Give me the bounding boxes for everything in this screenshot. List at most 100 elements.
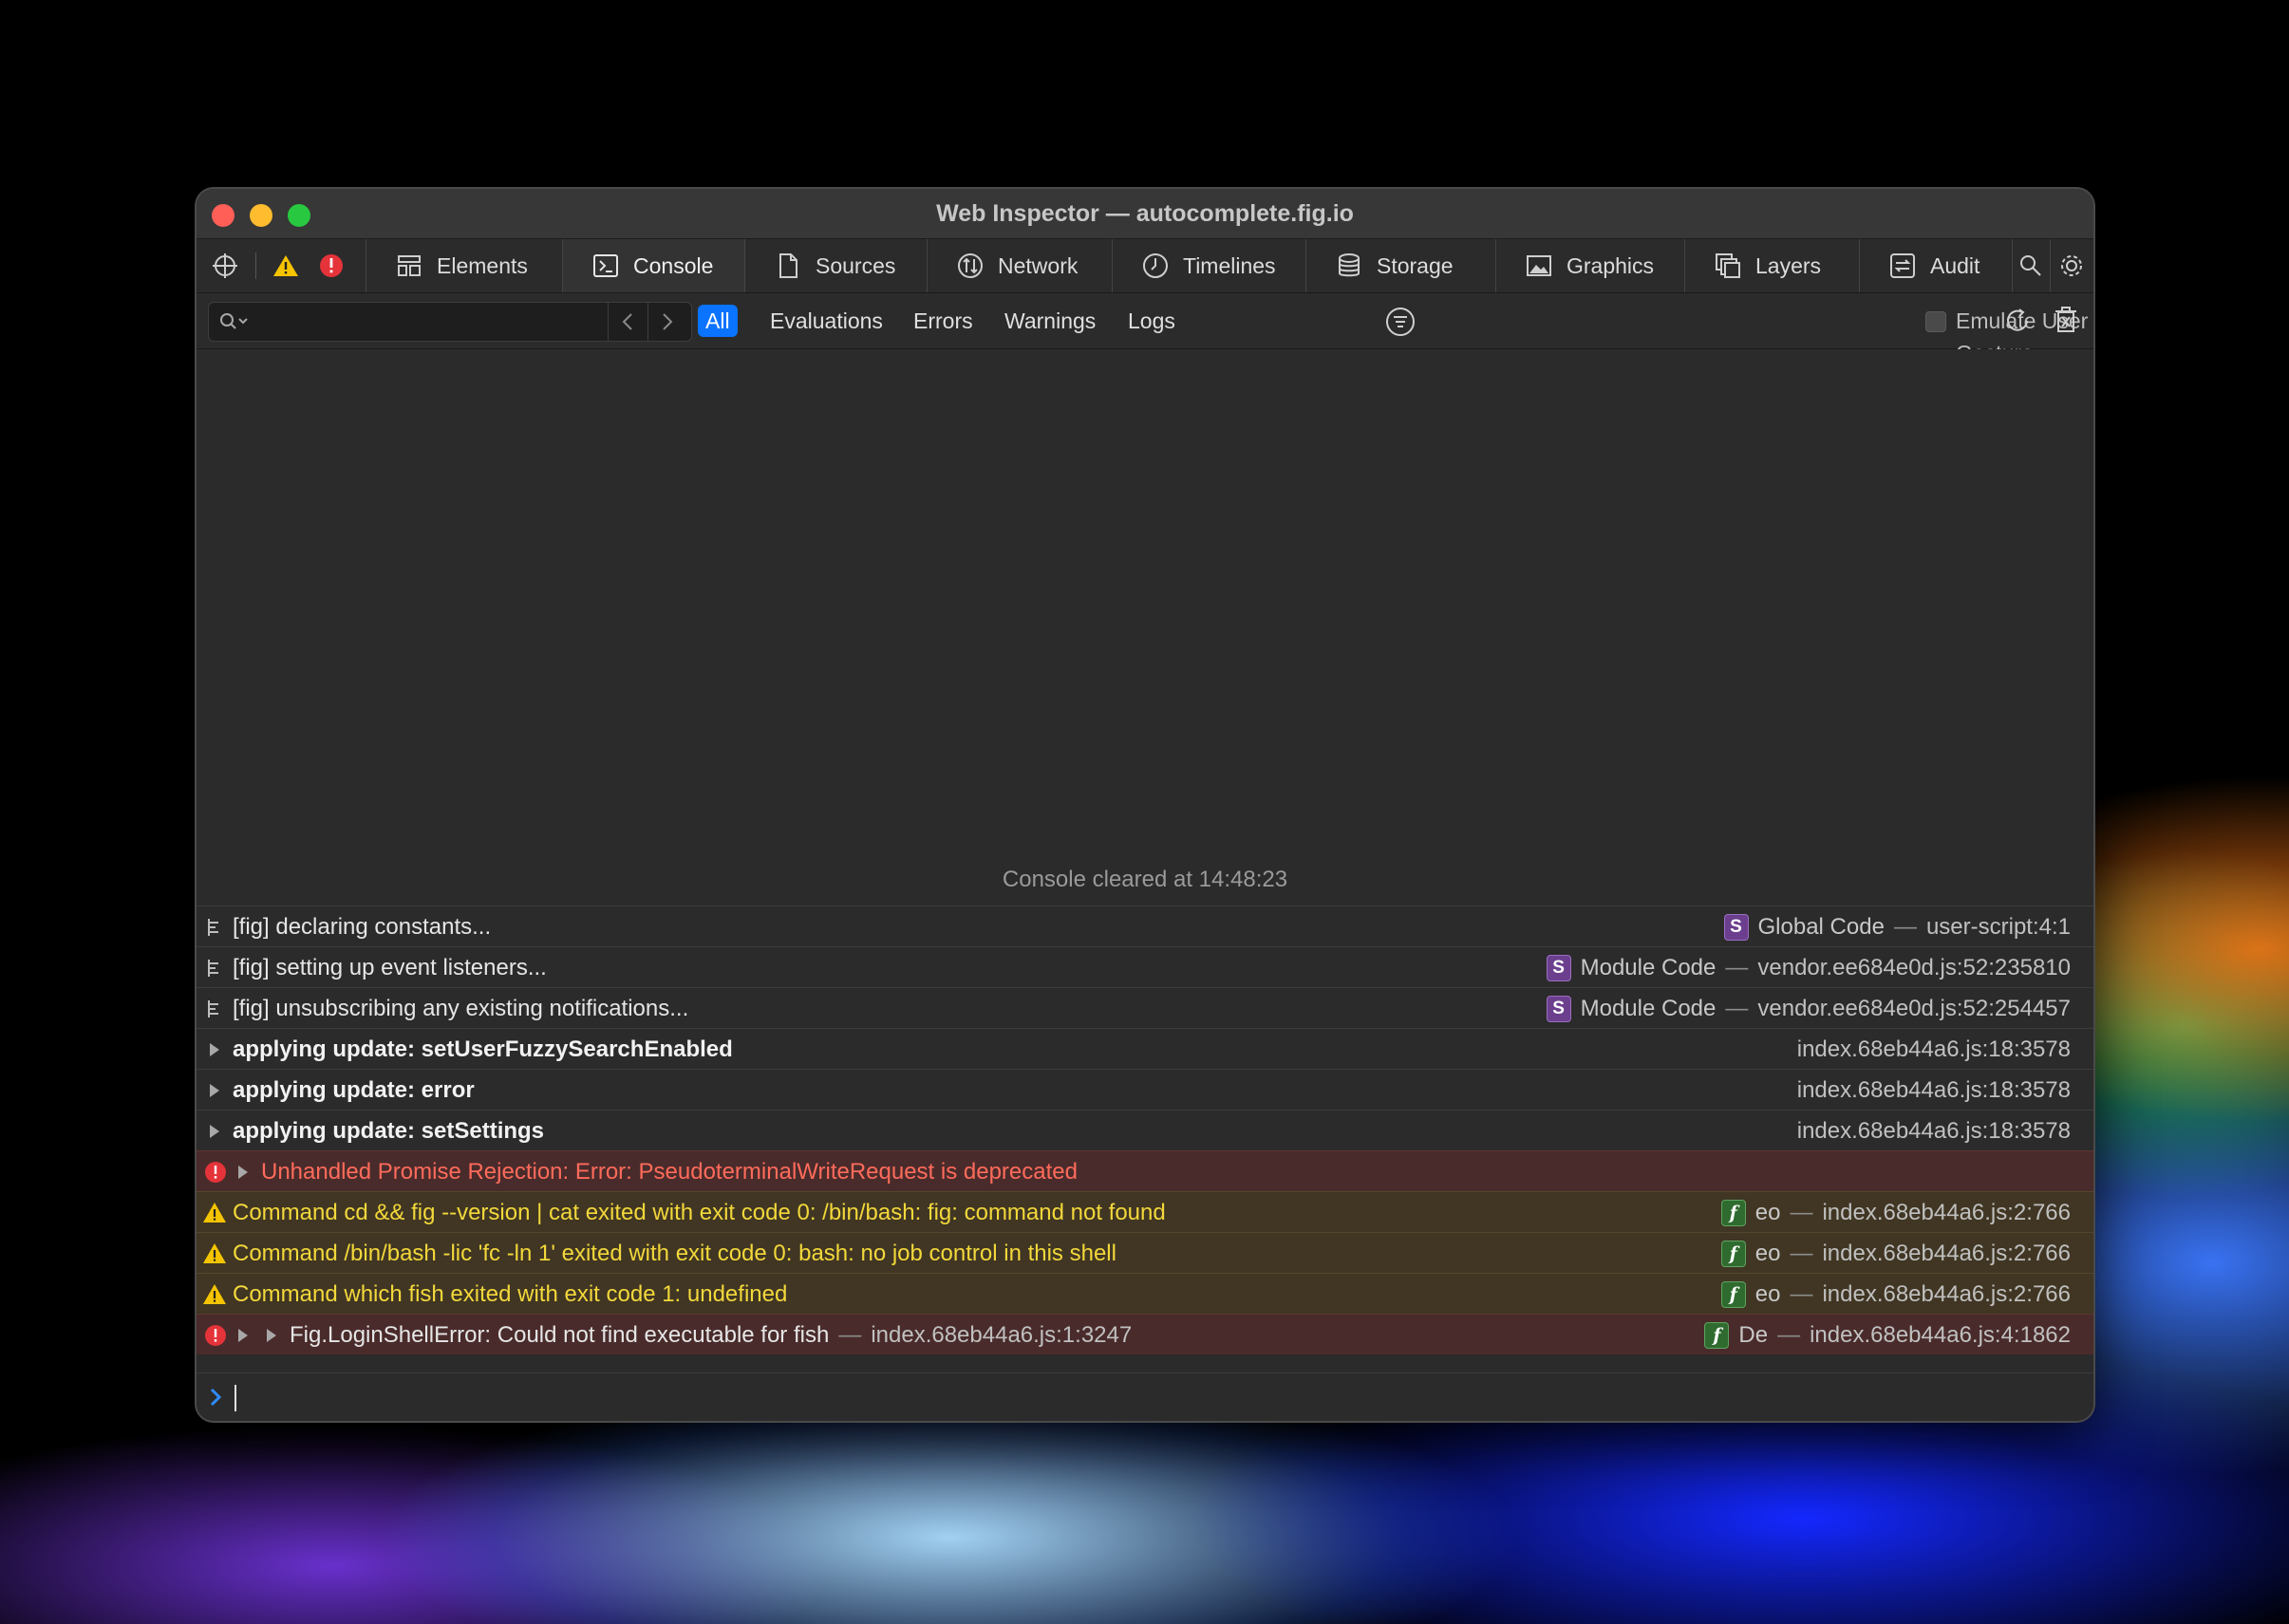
disclosure-triangle-icon[interactable]	[265, 1315, 278, 1355]
warning-message: Command /bin/bash -lic 'fc -ln 1' exited…	[233, 1241, 1116, 1266]
call-location: S Module Code — vendor.ee684e0d.js:52:25…	[1546, 988, 2071, 1029]
log-message: [fig] setting up event listeners...	[233, 955, 547, 980]
source-link[interactable]: index.68eb44a6.js:18:3578	[1797, 1111, 2071, 1151]
chevron-left-icon	[622, 313, 632, 330]
tab-console[interactable]: Console	[562, 239, 745, 292]
gear-icon[interactable]	[2052, 239, 2092, 292]
console-row-warning[interactable]: Command cd && fig --version | cat exited…	[197, 1191, 2093, 1232]
tab-timelines[interactable]: Timelines	[1112, 239, 1306, 292]
call-function: eo	[1754, 1241, 1781, 1266]
tab-audit-label: Audit	[1930, 252, 1980, 278]
console-row-warning[interactable]: Command /bin/bash -lic 'fc -ln 1' exited…	[197, 1232, 2093, 1273]
warning-message: Command which fish exited with exit code…	[233, 1281, 788, 1307]
source-link[interactable]: index.68eb44a6.js:2:766	[1822, 1192, 2071, 1233]
console-row[interactable]: [fig] declaring constants... S Global Co…	[197, 905, 2093, 946]
function-badge-icon: f	[1720, 1199, 1746, 1226]
group-message: applying update: setUserFuzzySearchEnabl…	[233, 1036, 733, 1062]
function-badge-icon: f	[1704, 1321, 1730, 1349]
tab-network[interactable]: Network	[927, 239, 1113, 292]
tab-elements[interactable]: Elements	[366, 239, 563, 292]
console-row-error[interactable]: Fig.LoginShellError: Could not find exec…	[197, 1314, 2093, 1354]
console-row[interactable]: [fig] setting up event listeners... S Mo…	[197, 946, 2093, 987]
crosshair-icon[interactable]	[206, 239, 244, 292]
tab-graphics[interactable]: Graphics	[1495, 239, 1685, 292]
title-bar: Web Inspector — autocomplete.fig.io	[197, 189, 2093, 239]
call-location: f eo — index.68eb44a6.js:2:766	[1720, 1233, 2071, 1274]
tab-storage[interactable]: Storage	[1305, 239, 1496, 292]
filter-all[interactable]: All	[698, 305, 738, 337]
error-icon	[204, 1315, 227, 1355]
disclosure-triangle-icon[interactable]	[208, 1070, 221, 1111]
console-row[interactable]: applying update: setSettings index.68eb4…	[197, 1110, 2093, 1150]
log-icon	[206, 988, 221, 1029]
sources-icon	[779, 253, 797, 278]
console-row-error[interactable]: Unhandled Promise Rejection: Error: Pseu…	[197, 1150, 2093, 1191]
source-link[interactable]: index.68eb44a6.js:4:1862	[1810, 1315, 2071, 1355]
log-message: [fig] declaring constants...	[233, 914, 492, 940]
source-link[interactable]: index.68eb44a6.js:18:3578	[1797, 1070, 2071, 1111]
call-function: Module Code	[1580, 996, 1717, 1021]
timelines-icon	[1143, 253, 1168, 278]
console-prompt[interactable]	[197, 1372, 2093, 1421]
console-search-input[interactable]	[256, 307, 602, 337]
search-previous-button[interactable]	[608, 303, 647, 341]
source-link[interactable]: user-script:4:1	[1926, 906, 2071, 947]
warning-message: Command cd && fig --version | cat exited…	[233, 1200, 1166, 1225]
error-icon	[204, 1151, 227, 1192]
tab-console-label: Console	[633, 252, 714, 278]
reload-icon[interactable]	[2003, 307, 2032, 340]
tab-bar: Elements Console Sources Network Timelin…	[197, 239, 2093, 293]
log-icon	[206, 947, 221, 988]
layers-icon	[1716, 253, 1740, 278]
emulate-gesture-checkbox[interactable]	[1925, 311, 1946, 332]
log-icon	[206, 906, 221, 947]
console-row[interactable]: applying update: setUserFuzzySearchEnabl…	[197, 1028, 2093, 1069]
tab-audit[interactable]: Audit	[1859, 239, 2013, 292]
source-link[interactable]: index.68eb44a6.js:2:766	[1822, 1233, 2071, 1274]
chevron-right-icon	[663, 313, 673, 330]
console-row-warning[interactable]: Command which fish exited with exit code…	[197, 1273, 2093, 1314]
log-message: [fig] unsubscribing any existing notific…	[233, 996, 689, 1021]
search-next-button[interactable]	[647, 303, 686, 341]
call-function: eo	[1754, 1200, 1781, 1225]
script-badge-icon: S	[1546, 954, 1571, 981]
call-location: f eo — index.68eb44a6.js:2:766	[1720, 1192, 2071, 1233]
source-link[interactable]: vendor.ee684e0d.js:52:254457	[1757, 988, 2071, 1029]
tab-elements-label: Elements	[437, 252, 528, 278]
call-function: Module Code	[1580, 955, 1717, 980]
disclosure-triangle-icon[interactable]	[236, 1315, 250, 1355]
source-link[interactable]: vendor.ee684e0d.js:52:235810	[1757, 947, 2071, 988]
filter-warnings[interactable]: Warnings	[997, 305, 1103, 337]
tab-layers[interactable]: Layers	[1684, 239, 1860, 292]
tab-sources[interactable]: Sources	[744, 239, 928, 292]
filter-evaluations[interactable]: Evaluations	[762, 305, 891, 337]
error-count-icon[interactable]	[316, 239, 347, 292]
console-search-field[interactable]	[208, 302, 692, 342]
filter-options-icon[interactable]	[1385, 307, 1416, 342]
inline-source-link[interactable]: index.68eb44a6.js:1:3247	[871, 1322, 1132, 1348]
window-title: Web Inspector — autocomplete.fig.io	[936, 200, 1354, 227]
disclosure-triangle-icon[interactable]	[208, 1111, 221, 1151]
script-badge-icon: S	[1723, 913, 1749, 941]
console-row[interactable]: [fig] unsubscribing any existing notific…	[197, 987, 2093, 1028]
filter-logs[interactable]: Logs	[1120, 305, 1183, 337]
source-link[interactable]: index.68eb44a6.js:2:766	[1822, 1274, 2071, 1315]
text-cursor	[235, 1385, 236, 1411]
group-message: applying update: setSettings	[233, 1118, 545, 1144]
call-location: S Module Code — vendor.ee684e0d.js:52:23…	[1546, 947, 2071, 988]
console-row[interactable]: applying update: error index.68eb44a6.js…	[197, 1069, 2093, 1110]
tab-timelines-label: Timelines	[1183, 252, 1276, 278]
clear-console-icon[interactable]	[2054, 306, 2078, 339]
source-link[interactable]: index.68eb44a6.js:18:3578	[1797, 1029, 2071, 1070]
search-icon[interactable]	[2012, 239, 2050, 292]
filter-errors[interactable]: Errors	[906, 305, 981, 337]
warning-icon	[202, 1233, 227, 1274]
tab-sources-label: Sources	[816, 252, 896, 278]
call-location: S Global Code — user-script:4:1	[1723, 906, 2071, 947]
error-message: Unhandled Promise Rejection: Error: Pseu…	[261, 1159, 1078, 1185]
console-output: Console cleared at 14:48:23 [fig] declar…	[197, 349, 2093, 1421]
console-filter-bar: All Evaluations Errors Warnings Logs Emu…	[197, 293, 2093, 365]
disclosure-triangle-icon[interactable]	[208, 1029, 221, 1070]
disclosure-triangle-icon[interactable]	[236, 1151, 250, 1192]
warning-count-icon[interactable]	[271, 239, 301, 292]
